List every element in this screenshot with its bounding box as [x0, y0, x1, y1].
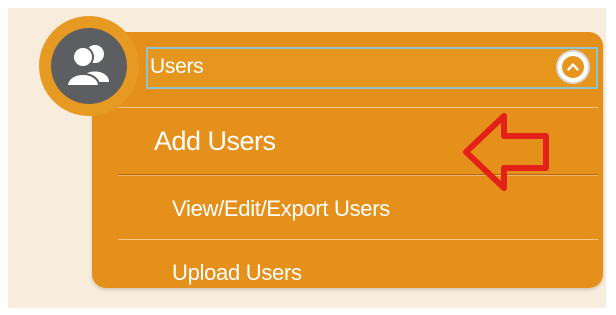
chevron-up-icon — [567, 63, 579, 71]
users-icon — [65, 45, 109, 87]
divider — [118, 107, 598, 108]
menu-item-upload-users[interactable]: Upload Users — [172, 259, 302, 287]
left-arrow-icon — [463, 113, 549, 191]
divider — [118, 239, 598, 240]
toggle-circle — [562, 56, 584, 78]
collapse-toggle-button[interactable] — [556, 50, 590, 84]
menu-item-add-users[interactable]: Add Users — [154, 124, 276, 158]
avatar[interactable] — [51, 28, 127, 104]
menu-title[interactable]: Users — [150, 52, 204, 82]
page: Users Add Users View/Edit/Export Users U… — [0, 0, 616, 315]
menu-header[interactable] — [146, 47, 598, 89]
menu-item-view-edit-export-users[interactable]: View/Edit/Export Users — [172, 195, 390, 223]
